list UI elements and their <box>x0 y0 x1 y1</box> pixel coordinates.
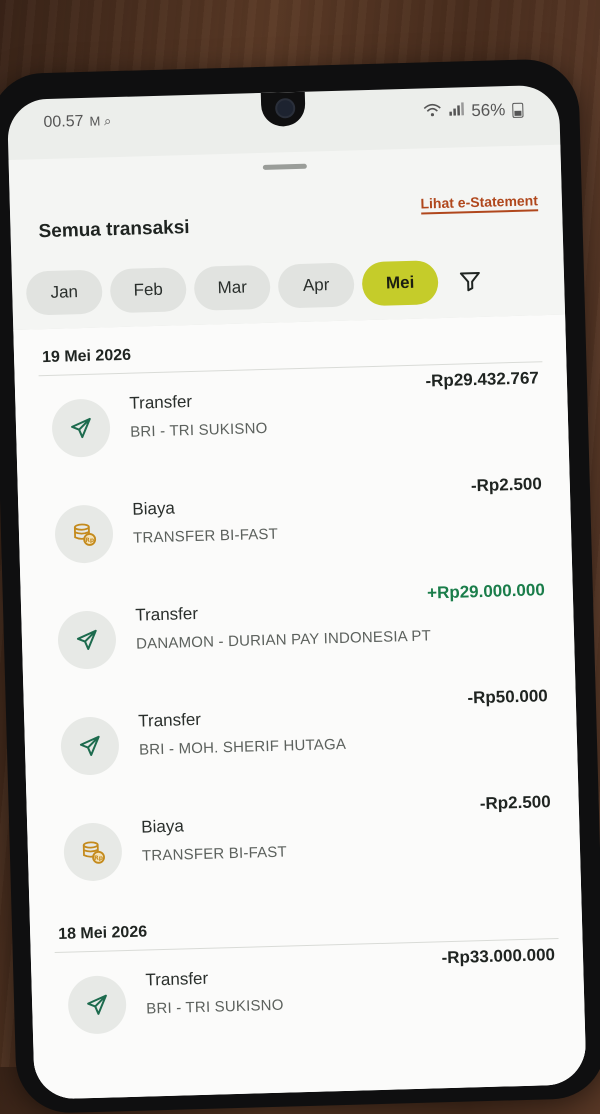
transaction-row[interactable]: Transfer DANAMON - DURIAN PAY INDONESIA … <box>21 573 576 694</box>
transactions-sheet: Semua transaksi Lihat e-Statement Jan Fe… <box>8 144 587 1100</box>
transaction-row[interactable]: Transfer BRI - TRI SUKISNO -Rp29.432.767 <box>15 362 570 483</box>
tab-jan[interactable]: Jan <box>25 269 103 316</box>
phone-screen: 00.57 M ⌕ 56% Semua transaksi Lihat e-St… <box>6 84 587 1100</box>
sheet-drag-handle[interactable] <box>262 163 307 170</box>
transaction-desc: BRI - MOH. SHERIF HUTAGA <box>138 735 347 759</box>
phone-device: 00.57 M ⌕ 56% Semua transaksi Lihat e-St… <box>0 58 600 1114</box>
tab-mei[interactable]: Mei <box>361 260 439 307</box>
tab-feb[interactable]: Feb <box>109 267 187 314</box>
send-icon <box>60 716 120 776</box>
transaction-amount: -Rp50.000 <box>467 686 548 708</box>
status-time: 00.57 <box>43 112 84 132</box>
tab-mar[interactable]: Mar <box>193 264 271 311</box>
signal-icon <box>448 101 465 121</box>
transaction-desc: BRI - TRI SUKISNO <box>129 419 268 441</box>
transaction-row[interactable]: Rp Biaya TRANSFER BI-FAST -Rp2.500 <box>26 785 581 906</box>
transaction-desc: TRANSFER BI-FAST <box>132 525 279 547</box>
transaction-amount: -Rp29.432.767 <box>425 368 540 391</box>
wifi-icon <box>423 102 442 121</box>
svg-text:Rp: Rp <box>85 537 95 544</box>
transaction-list: 19 Mei 2026 Transfer BRI - TRI SUKISNO -… <box>13 314 587 1100</box>
transaction-desc: DANAMON - DURIAN PAY INDONESIA PT <box>135 627 432 653</box>
transaction-amount: -Rp33.000.000 <box>441 945 556 968</box>
svg-text:Rp: Rp <box>94 855 104 862</box>
filter-button[interactable] <box>450 261 491 302</box>
coin-stack-icon: Rp <box>54 504 114 564</box>
transaction-desc: TRANSFER BI-FAST <box>141 843 288 865</box>
transaction-amount: -Rp2.500 <box>470 474 543 496</box>
transaction-desc: BRI - TRI SUKISNO <box>146 996 284 1018</box>
sheet-header: Semua transaksi Lihat e-Statement <box>38 189 539 243</box>
battery-icon <box>512 102 524 118</box>
battery-percent: 56% <box>471 100 506 121</box>
transaction-amount: +Rp29.000.000 <box>426 580 546 603</box>
tab-apr[interactable]: Apr <box>277 262 355 309</box>
send-icon <box>67 975 127 1035</box>
transaction-row[interactable]: Transfer BRI - MOH. SHERIF HUTAGA -Rp50.… <box>23 679 578 800</box>
status-right: 56% <box>423 100 524 123</box>
transaction-row[interactable]: Rp Biaya TRANSFER BI-FAST -Rp2.500 <box>18 467 573 588</box>
month-tabs: Jan Feb Mar Apr Mei <box>25 255 551 318</box>
transaction-amount: -Rp2.500 <box>479 792 551 814</box>
page-title: Semua transaksi <box>38 217 190 243</box>
filter-icon <box>459 271 480 292</box>
send-icon <box>57 610 117 670</box>
send-icon <box>51 398 111 458</box>
status-left: 00.57 M ⌕ <box>43 112 111 132</box>
notification-icons: M ⌕ <box>89 113 112 129</box>
coin-stack-icon: Rp <box>63 822 123 882</box>
transaction-row[interactable]: Transfer BRI - TRI SUKISNO -Rp33.000.000 <box>31 938 586 1059</box>
estatement-link[interactable]: Lihat e-Statement <box>420 192 539 215</box>
